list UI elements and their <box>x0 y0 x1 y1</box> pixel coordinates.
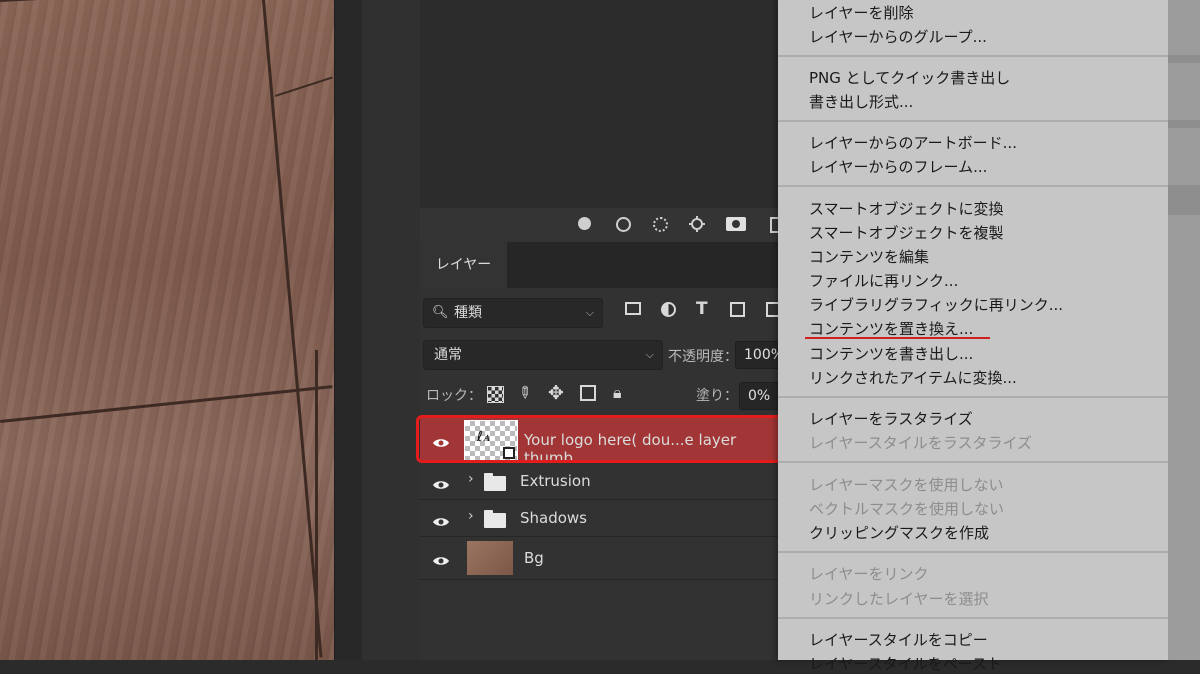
channel-icon-strip <box>420 208 782 243</box>
visibility-eye-icon[interactable] <box>432 476 450 489</box>
upper-panel-area <box>420 0 780 208</box>
smart-object-filter-icon[interactable] <box>766 302 778 317</box>
menu-item-export-as[interactable]: 書き出し形式... <box>809 91 913 112</box>
folder-icon <box>484 473 506 491</box>
replace-contents-underline <box>805 337 990 339</box>
mask-icon[interactable] <box>726 217 746 231</box>
folder-icon <box>484 510 506 528</box>
panel-gutter <box>334 0 363 660</box>
tab-layers[interactable]: レイヤー <box>420 242 507 288</box>
menu-item-link-layers: レイヤーをリンク <box>809 565 929 583</box>
image-filter-icon[interactable] <box>625 302 641 315</box>
filled-dot-icon[interactable] <box>578 217 591 230</box>
lock-transparent-icon[interactable] <box>487 386 504 403</box>
menu-item-relink-to-library[interactable]: ライブラリグラフィックに再リンク... <box>809 294 1063 315</box>
visibility-eye-icon[interactable] <box>432 552 450 565</box>
chevron-right-icon[interactable]: › <box>468 508 474 524</box>
chevron-down-icon: ⌵ <box>645 348 654 361</box>
adjustment-filter-icon[interactable] <box>661 302 676 317</box>
opacity-label: 不透明度： <box>668 349 738 365</box>
blend-mode-dropdown[interactable]: 通常 ⌵ <box>423 340 663 370</box>
layer-row-extrusion[interactable]: › Extrusion <box>420 463 780 500</box>
shape-filter-icon[interactable] <box>730 302 745 317</box>
menu-item-convert-to-smart-object[interactable]: スマートオブジェクトに変換 <box>809 198 1004 219</box>
menu-item-disable-vector-mask: ベクトルマスクを使用しない <box>809 500 1005 518</box>
bg-layer-thumbnail[interactable] <box>467 541 513 575</box>
lock-label: ロック： <box>426 388 482 404</box>
menu-item-duplicate-smart-object[interactable]: スマートオブジェクトを複製 <box>809 222 1004 243</box>
visibility-eye-icon[interactable] <box>432 513 450 526</box>
layer-context-menu: レイヤーを削除 レイヤーからのグループ... PNG としてクイック書き出し 書… <box>778 0 1168 673</box>
chevron-down-icon: ⌵ <box>585 306 594 319</box>
menu-item-group-from-layers[interactable]: レイヤーからのグループ... <box>809 26 987 47</box>
selected-layer-highlight <box>416 415 790 463</box>
menu-separator <box>778 461 1168 463</box>
layer-filter-dropdown[interactable]: 🔍︎ 種類 ⌵ <box>423 298 603 328</box>
menu-separator <box>778 55 1168 57</box>
menu-item-convert-to-linked[interactable]: リンクされたアイテムに変換... <box>809 367 1017 388</box>
layer-row-shadows[interactable]: › Shadows <box>420 500 780 537</box>
menu-separator <box>778 617 1168 619</box>
menu-item-relink-to-file[interactable]: ファイルに再リンク... <box>809 270 958 291</box>
menu-item-rasterize-layer-style: レイヤースタイルをラスタライズ <box>809 434 1033 452</box>
filter-value: 種類 <box>454 305 482 321</box>
lock-all-icon[interactable]: 🔒︎ <box>613 383 622 403</box>
layer-name: Extrusion <box>520 472 591 490</box>
dotted-circle-icon[interactable] <box>653 217 668 232</box>
layers-tab-bar: レイヤー <box>420 242 780 288</box>
menu-item-disable-layer-mask: レイヤーマスクを使用しない <box>809 476 1004 494</box>
lock-artboard-icon[interactable] <box>580 385 596 401</box>
menu-item-export-contents[interactable]: コンテンツを書き出し... <box>809 343 973 364</box>
menu-item-replace-contents[interactable]: コンテンツを置き換え... <box>809 318 973 339</box>
menu-item-select-linked-layers: リンクしたレイヤーを選択 <box>809 590 989 608</box>
menu-item-copy-layer-style[interactable]: レイヤースタイルをコピー <box>809 629 988 650</box>
menu-separator <box>778 551 1168 553</box>
menu-backdrop-edge <box>1168 0 1200 660</box>
layer-name: Shadows <box>520 509 588 527</box>
empty-circle-icon[interactable] <box>616 217 631 232</box>
menu-item-frame-from-layers[interactable]: レイヤーからのフレーム... <box>809 156 987 177</box>
chevron-right-icon[interactable]: › <box>468 471 474 487</box>
path-anchor-icon[interactable] <box>688 215 705 232</box>
menu-separator <box>778 120 1168 122</box>
menu-item-edit-contents[interactable]: コンテンツを編集 <box>809 246 929 267</box>
search-icon: 🔍︎ <box>432 305 449 320</box>
layer-name: Bg <box>524 549 544 567</box>
type-filter-icon[interactable]: T <box>696 299 708 319</box>
menu-item-create-clipping-mask[interactable]: クリッピングマスクを作成 <box>809 522 989 543</box>
fill-label: 塗り： <box>696 388 738 404</box>
menu-separator <box>778 185 1168 187</box>
lock-position-icon[interactable]: ✥ <box>548 382 564 404</box>
menu-item-rasterize-layer[interactable]: レイヤーをラスタライズ <box>809 408 973 429</box>
menu-item-paste-layer-style[interactable]: レイヤースタイルをペースト <box>809 653 1002 674</box>
blend-mode-value: 通常 <box>434 347 462 363</box>
canvas-texture[interactable] <box>0 0 334 660</box>
menu-item-delete-layer[interactable]: レイヤーを削除 <box>809 2 914 23</box>
menu-item-quick-export-png[interactable]: PNG としてクイック書き出し <box>809 67 1010 88</box>
menu-separator <box>778 396 1168 398</box>
menu-item-artboard-from-layers[interactable]: レイヤーからのアートボード... <box>809 132 1017 153</box>
